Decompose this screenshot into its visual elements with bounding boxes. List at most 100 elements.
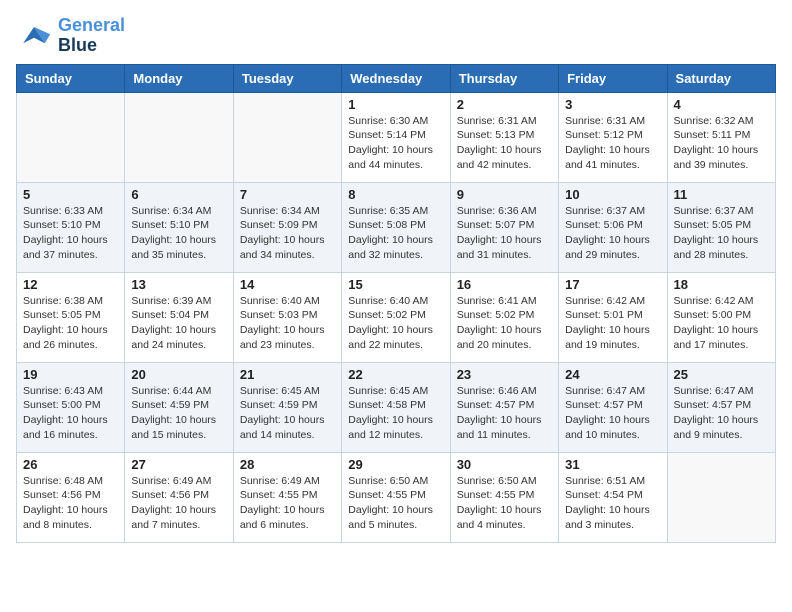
calendar-cell: 14 Sunrise: 6:40 AMSunset: 5:03 PMDayligh…	[233, 272, 341, 362]
header-friday: Friday	[559, 64, 667, 92]
day-number: 1	[348, 97, 443, 112]
calendar-cell: 21 Sunrise: 6:45 AMSunset: 4:59 PMDayligh…	[233, 362, 341, 452]
day-info: Sunrise: 6:49 AMSunset: 4:56 PMDaylight:…	[131, 474, 226, 533]
day-number: 14	[240, 277, 335, 292]
day-info: Sunrise: 6:42 AMSunset: 5:01 PMDaylight:…	[565, 294, 660, 353]
day-info: Sunrise: 6:34 AMSunset: 5:10 PMDaylight:…	[131, 204, 226, 263]
calendar-cell: 25 Sunrise: 6:47 AMSunset: 4:57 PMDayligh…	[667, 362, 775, 452]
week-row-2: 5 Sunrise: 6:33 AMSunset: 5:10 PMDaylight…	[17, 182, 776, 272]
day-number: 24	[565, 367, 660, 382]
calendar-cell	[125, 92, 233, 182]
day-number: 23	[457, 367, 552, 382]
calendar-cell: 8 Sunrise: 6:35 AMSunset: 5:08 PMDaylight…	[342, 182, 450, 272]
week-row-3: 12 Sunrise: 6:38 AMSunset: 5:05 PMDayligh…	[17, 272, 776, 362]
day-info: Sunrise: 6:44 AMSunset: 4:59 PMDaylight:…	[131, 384, 226, 443]
calendar-cell: 16 Sunrise: 6:41 AMSunset: 5:02 PMDayligh…	[450, 272, 558, 362]
calendar-cell: 28 Sunrise: 6:49 AMSunset: 4:55 PMDayligh…	[233, 452, 341, 542]
calendar-cell: 24Sunrise: 6:47 AMSunset: 4:57 PMDayligh…	[559, 362, 667, 452]
week-row-5: 26Sunrise: 6:48 AMSunset: 4:56 PMDayligh…	[17, 452, 776, 542]
header-wednesday: Wednesday	[342, 64, 450, 92]
logo: General Blue	[16, 16, 125, 56]
day-info: Sunrise: 6:39 AMSunset: 5:04 PMDaylight:…	[131, 294, 226, 353]
calendar-cell: 9Sunrise: 6:36 AMSunset: 5:07 PMDaylight…	[450, 182, 558, 272]
calendar-cell	[17, 92, 125, 182]
day-number: 12	[23, 277, 118, 292]
header-monday: Monday	[125, 64, 233, 92]
calendar-cell: 4 Sunrise: 6:32 AMSunset: 5:11 PMDaylight…	[667, 92, 775, 182]
day-number: 20	[131, 367, 226, 382]
calendar-cell	[233, 92, 341, 182]
day-info: Sunrise: 6:40 AMSunset: 5:03 PMDaylight:…	[240, 294, 335, 353]
calendar-cell: 29 Sunrise: 6:50 AMSunset: 4:55 PMDayligh…	[342, 452, 450, 542]
day-number: 27	[131, 457, 226, 472]
logo-text: General Blue	[58, 16, 125, 56]
calendar-cell: 23Sunrise: 6:46 AMSunset: 4:57 PMDayligh…	[450, 362, 558, 452]
calendar-cell: 3 Sunrise: 6:31 AMSunset: 5:12 PMDaylight…	[559, 92, 667, 182]
day-number: 10	[565, 187, 660, 202]
day-info: Sunrise: 6:36 AMSunset: 5:07 PMDaylight:…	[457, 204, 552, 263]
calendar-cell: 15 Sunrise: 6:40 AMSunset: 5:02 PMDayligh…	[342, 272, 450, 362]
day-number: 15	[348, 277, 443, 292]
day-number: 4	[674, 97, 769, 112]
day-info: Sunrise: 6:45 AMSunset: 4:59 PMDaylight:…	[240, 384, 335, 443]
day-number: 16	[457, 277, 552, 292]
calendar-cell: 22 Sunrise: 6:45 AMSunset: 4:58 PMDayligh…	[342, 362, 450, 452]
calendar-cell: 11Sunrise: 6:37 AMSunset: 5:05 PMDayligh…	[667, 182, 775, 272]
header-tuesday: Tuesday	[233, 64, 341, 92]
day-number: 18	[674, 277, 769, 292]
day-number: 8	[348, 187, 443, 202]
calendar-cell: 12 Sunrise: 6:38 AMSunset: 5:05 PMDayligh…	[17, 272, 125, 362]
calendar-cell: 6 Sunrise: 6:34 AMSunset: 5:10 PMDaylight…	[125, 182, 233, 272]
day-number: 13	[131, 277, 226, 292]
day-info: Sunrise: 6:33 AMSunset: 5:10 PMDaylight:…	[23, 204, 118, 263]
day-info: Sunrise: 6:48 AMSunset: 4:56 PMDaylight:…	[23, 474, 118, 533]
day-number: 30	[457, 457, 552, 472]
day-info: Sunrise: 6:32 AMSunset: 5:11 PMDaylight:…	[674, 114, 769, 173]
calendar-cell: 30 Sunrise: 6:50 AMSunset: 4:55 PMDayligh…	[450, 452, 558, 542]
day-number: 3	[565, 97, 660, 112]
calendar-cell: 18Sunrise: 6:42 AMSunset: 5:00 PMDayligh…	[667, 272, 775, 362]
day-number: 28	[240, 457, 335, 472]
day-number: 2	[457, 97, 552, 112]
calendar-cell: 19Sunrise: 6:43 AMSunset: 5:00 PMDayligh…	[17, 362, 125, 452]
day-info: Sunrise: 6:30 AMSunset: 5:14 PMDaylight:…	[348, 114, 443, 173]
header: General Blue	[16, 16, 776, 56]
logo-icon	[16, 18, 52, 54]
day-info: Sunrise: 6:38 AMSunset: 5:05 PMDaylight:…	[23, 294, 118, 353]
day-info: Sunrise: 6:35 AMSunset: 5:08 PMDaylight:…	[348, 204, 443, 263]
calendar-cell: 20 Sunrise: 6:44 AMSunset: 4:59 PMDayligh…	[125, 362, 233, 452]
day-info: Sunrise: 6:49 AMSunset: 4:55 PMDaylight:…	[240, 474, 335, 533]
day-number: 31	[565, 457, 660, 472]
day-number: 5	[23, 187, 118, 202]
day-number: 22	[348, 367, 443, 382]
day-info: Sunrise: 6:37 AMSunset: 5:06 PMDaylight:…	[565, 204, 660, 263]
week-row-4: 19Sunrise: 6:43 AMSunset: 5:00 PMDayligh…	[17, 362, 776, 452]
day-info: Sunrise: 6:31 AMSunset: 5:12 PMDaylight:…	[565, 114, 660, 173]
calendar-header-row: SundayMondayTuesdayWednesdayThursdayFrid…	[17, 64, 776, 92]
calendar-cell: 13 Sunrise: 6:39 AMSunset: 5:04 PMDayligh…	[125, 272, 233, 362]
calendar-cell: 26Sunrise: 6:48 AMSunset: 4:56 PMDayligh…	[17, 452, 125, 542]
day-info: Sunrise: 6:51 AMSunset: 4:54 PMDaylight:…	[565, 474, 660, 533]
day-info: Sunrise: 6:50 AMSunset: 4:55 PMDaylight:…	[348, 474, 443, 533]
day-number: 21	[240, 367, 335, 382]
day-number: 6	[131, 187, 226, 202]
day-info: Sunrise: 6:31 AMSunset: 5:13 PMDaylight:…	[457, 114, 552, 173]
day-info: Sunrise: 6:47 AMSunset: 4:57 PMDaylight:…	[674, 384, 769, 443]
calendar-cell: 2 Sunrise: 6:31 AMSunset: 5:13 PMDaylight…	[450, 92, 558, 182]
calendar-cell: 7Sunrise: 6:34 AMSunset: 5:09 PMDaylight…	[233, 182, 341, 272]
calendar-cell: 10 Sunrise: 6:37 AMSunset: 5:06 PMDayligh…	[559, 182, 667, 272]
calendar-cell: 17Sunrise: 6:42 AMSunset: 5:01 PMDayligh…	[559, 272, 667, 362]
day-info: Sunrise: 6:40 AMSunset: 5:02 PMDaylight:…	[348, 294, 443, 353]
day-info: Sunrise: 6:41 AMSunset: 5:02 PMDaylight:…	[457, 294, 552, 353]
day-info: Sunrise: 6:37 AMSunset: 5:05 PMDaylight:…	[674, 204, 769, 263]
calendar-cell: 31 Sunrise: 6:51 AMSunset: 4:54 PMDayligh…	[559, 452, 667, 542]
calendar-cell: 27 Sunrise: 6:49 AMSunset: 4:56 PMDayligh…	[125, 452, 233, 542]
day-number: 7	[240, 187, 335, 202]
header-thursday: Thursday	[450, 64, 558, 92]
day-number: 25	[674, 367, 769, 382]
calendar-cell	[667, 452, 775, 542]
day-number: 29	[348, 457, 443, 472]
day-info: Sunrise: 6:50 AMSunset: 4:55 PMDaylight:…	[457, 474, 552, 533]
header-sunday: Sunday	[17, 64, 125, 92]
day-info: Sunrise: 6:45 AMSunset: 4:58 PMDaylight:…	[348, 384, 443, 443]
